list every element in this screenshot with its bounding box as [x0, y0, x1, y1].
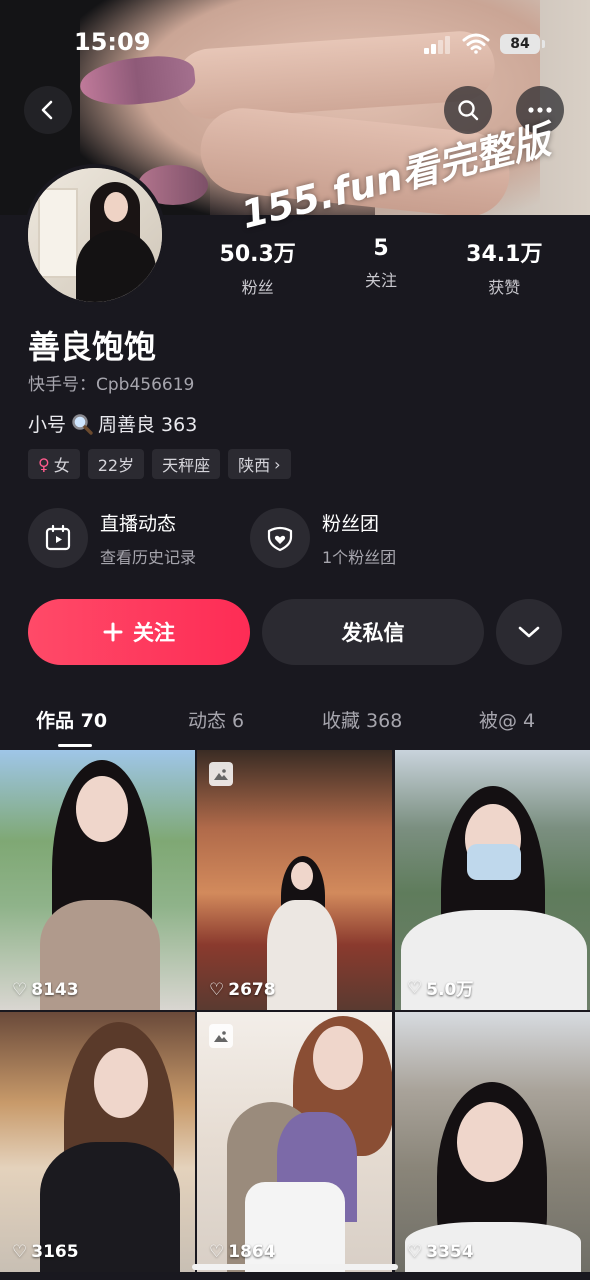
profile-bio: 小号 周善良 363: [28, 410, 197, 437]
content-tabs: 作品 70 动态 6 收藏 368 被@ 4: [0, 700, 590, 748]
heart-outline-icon: ♡: [12, 980, 28, 1000]
expand-button[interactable]: [496, 599, 562, 665]
live-history-entry[interactable]: 直播动态 查看历史记录: [28, 508, 196, 568]
video-likes: ♡ 8143: [12, 980, 79, 1000]
bio-suffix: 周善良 363: [98, 414, 198, 436]
entry-title: 粉丝团: [322, 512, 380, 535]
stat-following[interactable]: 5 关注: [326, 236, 436, 298]
entry-title: 直播动态: [100, 512, 177, 535]
tag-region[interactable]: 陕西 ›: [228, 449, 291, 479]
tab-indicator: [58, 744, 92, 747]
home-indicator: [192, 1264, 398, 1270]
stat-fans[interactable]: 50.3万 粉丝: [203, 236, 313, 298]
plus-icon: [103, 622, 123, 642]
stat-label: 获赞: [488, 278, 521, 297]
magnifier-emoji-icon: [72, 413, 93, 435]
tab-works[interactable]: 作品 70: [36, 706, 107, 733]
video-likes: ♡ 5.0万: [407, 975, 474, 1001]
cellular-signal-icon: [424, 36, 452, 54]
tab-mentioned[interactable]: 被@ 4: [479, 706, 535, 733]
female-icon: ♀: [38, 454, 50, 474]
send-message-button[interactable]: 发私信: [262, 599, 484, 665]
tag-region-label: 陕西: [238, 456, 271, 475]
tag-age: 22岁: [87, 449, 145, 479]
video-thumbnail[interactable]: ♡ 5.0万: [395, 750, 590, 1010]
video-likes: ♡ 3165: [12, 1242, 79, 1262]
video-likes: ♡ 1864: [209, 1242, 276, 1262]
follow-button[interactable]: 关注: [28, 599, 250, 665]
status-bar: 15:09 84: [0, 26, 590, 62]
image-post-icon: [209, 762, 233, 786]
heart-outline-icon: ♡: [407, 977, 423, 998]
stat-label: 粉丝: [241, 278, 274, 297]
search-icon: [458, 100, 479, 121]
heart-outline-icon: ♡: [407, 1242, 423, 1262]
tag-gender-label: 女: [53, 456, 70, 475]
follow-label: 关注: [133, 621, 175, 645]
bio-prefix: 小号: [28, 414, 67, 436]
entry-subtitle: 1个粉丝团: [322, 547, 397, 567]
tag-gender: ♀ 女: [28, 449, 80, 479]
likes-count: 1864: [228, 1242, 276, 1262]
stat-value: 5: [373, 236, 389, 261]
chevron-left-icon: [41, 100, 53, 120]
profile-stats: 50.3万 粉丝 5 关注 34.1万 获赞: [196, 236, 566, 298]
video-likes: ♡ 3354: [407, 1242, 474, 1262]
video-thumbnail[interactable]: ♡ 3165: [0, 1012, 195, 1272]
wifi-icon: [462, 33, 490, 54]
likes-count: 8143: [31, 980, 79, 1000]
kuaishou-id[interactable]: 快手号：Cpb456619: [28, 370, 194, 395]
video-likes: ♡ 2678: [209, 980, 276, 1000]
entry-subtitle: 查看历史记录: [100, 547, 197, 567]
likes-count: 2678: [228, 980, 276, 1000]
stat-value: 34.1万: [466, 242, 543, 267]
heart-outline-icon: ♡: [209, 980, 225, 1000]
image-post-icon: [209, 1024, 233, 1048]
video-thumbnail[interactable]: ♡ 3354: [395, 1012, 590, 1272]
heart-outline-icon: ♡: [209, 1242, 225, 1262]
video-thumbnail[interactable]: ♡ 8143: [0, 750, 195, 1010]
heart-badge-icon: [250, 508, 310, 568]
stat-label: 关注: [364, 271, 397, 290]
likes-count: 5.0万: [426, 980, 474, 1000]
status-time: 15:09: [74, 28, 151, 56]
likes-count: 3165: [31, 1242, 79, 1262]
chevron-right-icon: ›: [274, 454, 281, 474]
avatar[interactable]: [24, 164, 166, 306]
video-thumbnail[interactable]: ♡ 1864: [197, 1012, 392, 1272]
profile-tags: ♀ 女 22岁 天秤座 陕西 ›: [28, 449, 291, 479]
tab-moments[interactable]: 动态 6: [188, 706, 244, 733]
heart-outline-icon: ♡: [12, 1242, 28, 1262]
back-button[interactable]: [24, 86, 72, 134]
fan-club-entry[interactable]: 粉丝团 1个粉丝团: [250, 508, 396, 568]
tab-favorites[interactable]: 收藏 368: [322, 706, 402, 733]
stat-value: 50.3万: [219, 242, 296, 267]
battery-indicator: 84: [500, 34, 545, 54]
calendar-play-icon: [28, 508, 88, 568]
chevron-down-icon: [518, 626, 540, 638]
tag-zodiac: 天秤座: [152, 449, 221, 479]
video-thumbnail[interactable]: ♡ 2678: [197, 750, 392, 1010]
stat-likes[interactable]: 34.1万 获赞: [449, 236, 559, 298]
profile-name: 善良饱饱: [28, 328, 157, 366]
likes-count: 3354: [426, 1242, 474, 1262]
